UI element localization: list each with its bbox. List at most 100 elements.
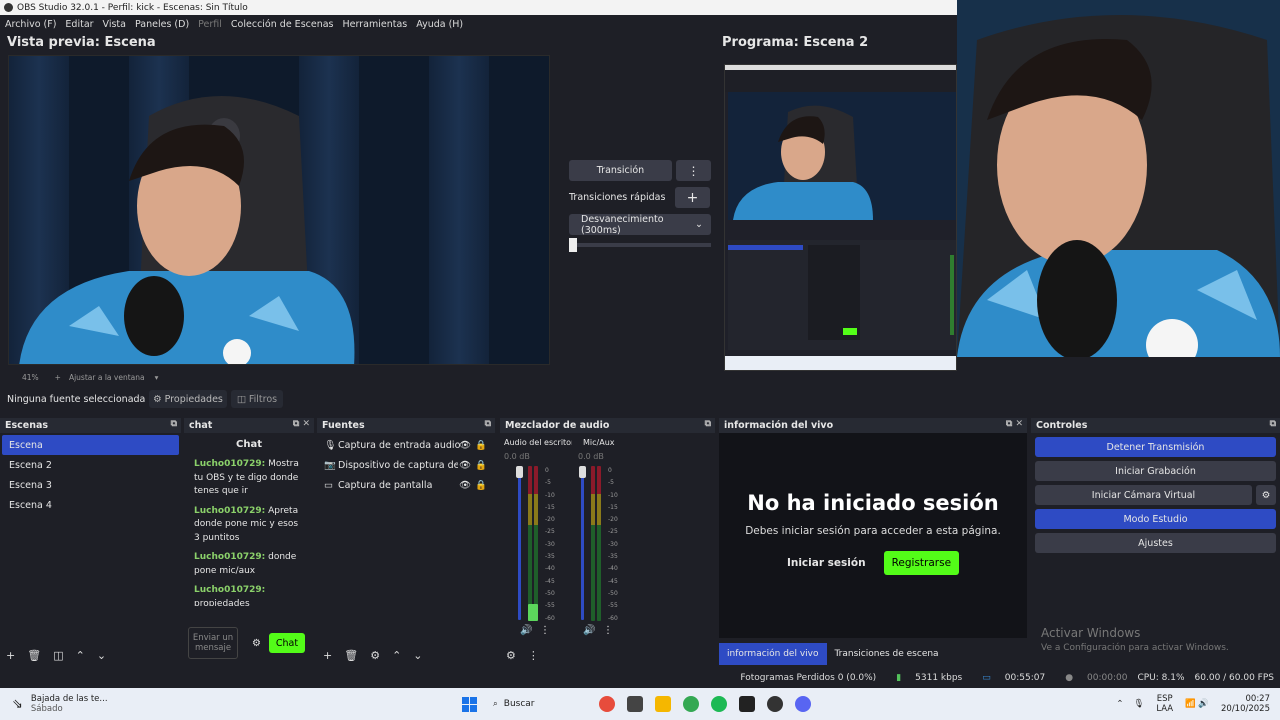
chat-input[interactable]: Enviar un mensaje: [188, 627, 238, 659]
tab-live-info[interactable]: información del vivo: [719, 643, 827, 665]
nested-scene-highlight: [728, 245, 803, 250]
dock-float-icon[interactable]: ⧉: [171, 419, 177, 429]
start-virtual-cam-button[interactable]: Iniciar Cámara Virtual: [1035, 485, 1252, 505]
menu-archivo[interactable]: Archivo (F): [5, 19, 56, 30]
menu-vista[interactable]: Vista: [103, 19, 126, 30]
chrome-icon[interactable]: [683, 696, 699, 712]
more-options-icon[interactable]: ⋮: [603, 625, 613, 636]
add-transition-button[interactable]: +: [675, 187, 710, 208]
mute-speaker-icon[interactable]: 🔊: [583, 625, 595, 636]
discord-icon[interactable]: [795, 696, 811, 712]
arrow-down-icon[interactable]: ⌄: [413, 649, 422, 662]
eye-icon[interactable]: 👁: [459, 480, 471, 491]
gear-icon[interactable]: ⚙: [252, 638, 261, 649]
dock-float-close-icon[interactable]: ⧉ ✕: [293, 419, 310, 429]
studio-mode-button[interactable]: Modo Estudio: [1035, 509, 1276, 529]
arrow-down-icon[interactable]: ⌄: [97, 649, 106, 662]
transition-select[interactable]: Desvanecimiento (300ms) ⌄: [569, 214, 711, 236]
settings-button[interactable]: Ajustes: [1035, 533, 1276, 553]
level-meter-right: [597, 466, 601, 621]
fit-label[interactable]: Ajustar a la ventana: [69, 373, 145, 382]
zoom-value[interactable]: 41%: [22, 373, 39, 382]
arrow-up-icon[interactable]: ⌃: [392, 649, 401, 662]
dock-float-icon[interactable]: ⧉: [705, 419, 711, 429]
login-link[interactable]: Iniciar sesión: [787, 557, 866, 569]
menu-paneles[interactable]: Paneles (D): [135, 19, 189, 30]
filter-icon[interactable]: ◫: [53, 649, 63, 662]
weather-widget[interactable]: ⇘ Bajada de las te... Sábado: [12, 694, 212, 714]
scene-item[interactable]: Escena 4: [2, 495, 179, 515]
spotify-icon[interactable]: [711, 696, 727, 712]
lock-icon[interactable]: 🔒: [475, 460, 487, 471]
more-options-icon[interactable]: ⋮: [540, 625, 550, 636]
source-item[interactable]: 📷 Dispositivo de captura de vide 👁 🔒: [317, 455, 495, 475]
gear-icon[interactable]: ⚙: [370, 649, 380, 662]
obs-icon[interactable]: [767, 696, 783, 712]
tab-scene-transitions[interactable]: Transiciones de escena: [827, 643, 947, 665]
login-heading: No ha iniciado sesión: [747, 491, 999, 515]
volume-slider-handle[interactable]: [579, 466, 586, 478]
dock-float-close-icon[interactable]: ⧉ ✕: [1006, 419, 1023, 429]
lock-icon[interactable]: 🔒: [475, 480, 487, 491]
add-icon[interactable]: +: [6, 649, 15, 662]
menu-perfil[interactable]: Perfil: [198, 19, 222, 30]
eye-icon[interactable]: 👁: [459, 460, 471, 471]
filters-button[interactable]: ◫ Filtros: [231, 390, 283, 408]
microphone-icon[interactable]: 🎙: [1134, 699, 1145, 709]
menu-editar[interactable]: Editar: [65, 19, 93, 30]
nested-docks: [728, 240, 956, 350]
more-options-icon[interactable]: ⋮: [676, 160, 711, 181]
properties-button[interactable]: ⚙ Propiedades: [149, 390, 227, 408]
arrow-up-icon[interactable]: ⌃: [76, 649, 85, 662]
advanced-audio-icon[interactable]: ⚙: [506, 649, 516, 662]
add-icon[interactable]: +: [323, 649, 332, 662]
chat-input-row: Enviar un mensaje ⚙ Chat: [188, 626, 310, 660]
register-button[interactable]: Registrarse: [883, 551, 960, 575]
fit-plus-icon[interactable]: +: [55, 373, 61, 382]
trash-icon[interactable]: 🗑: [344, 649, 358, 662]
stop-stream-button[interactable]: Detener Transmisión: [1035, 437, 1276, 457]
gear-icon[interactable]: ⚙: [1256, 485, 1276, 505]
taskview-icon[interactable]: [627, 696, 643, 712]
transition-button[interactable]: Transición: [569, 160, 672, 181]
windows-taskbar: ⇘ Bajada de las te... Sábado ⌕ Buscar ⌃ …: [0, 688, 1280, 720]
language-indicator[interactable]: ESP LAA: [1156, 694, 1173, 714]
lock-icon[interactable]: 🔒: [475, 440, 487, 451]
menu-herramientas[interactable]: Herramientas: [343, 19, 408, 30]
fruit-app-icon[interactable]: [599, 696, 615, 712]
channel-db: 0.0 dB: [504, 452, 530, 461]
source-item[interactable]: 🎙 Captura de entrada audio 👁 🔒: [317, 435, 495, 455]
trash-icon[interactable]: 🗑: [27, 649, 41, 662]
volume-slider-handle[interactable]: [516, 466, 523, 478]
scene-item[interactable]: Escena 2: [2, 455, 179, 475]
mute-speaker-icon[interactable]: 🔊: [520, 625, 532, 636]
live-info-header: información del vivo ⧉ ✕: [719, 418, 1027, 433]
clock-time: 00:27: [1245, 694, 1271, 704]
file-explorer-icon[interactable]: [655, 696, 671, 712]
transition-slider[interactable]: [569, 238, 711, 252]
taskbar-search[interactable]: ⌕ Buscar: [493, 699, 593, 709]
chevron-down-icon[interactable]: ▾: [155, 373, 159, 382]
menu-ayuda[interactable]: Ayuda (H): [416, 19, 463, 30]
wifi-volume-icons[interactable]: 📶 🔊: [1185, 699, 1209, 709]
windows-start-icon[interactable]: [462, 696, 477, 712]
source-item[interactable]: ▭ Captura de pantalla 👁 🔒: [317, 475, 495, 495]
app-icon[interactable]: [739, 696, 755, 712]
volume-slider-track[interactable]: [581, 472, 584, 620]
eye-icon[interactable]: 👁: [459, 440, 471, 451]
chat-send-button[interactable]: Chat: [268, 633, 305, 653]
scene-item[interactable]: Escena: [2, 435, 179, 455]
start-recording-button[interactable]: Iniciar Grabación: [1035, 461, 1276, 481]
chevron-up-icon[interactable]: ⌃: [1116, 699, 1123, 709]
db-scale: 0 -5 -10 -15 -20 -25 -30 -35 -40 -45 -50 -55 -60: [545, 465, 555, 625]
dock-float-icon[interactable]: ⧉: [1270, 419, 1276, 429]
live-info-panel: No ha iniciado sesión Debes iniciar sesi…: [719, 433, 1027, 638]
volume-slider-track[interactable]: [518, 472, 521, 620]
clock[interactable]: 00:27 20/10/2025: [1221, 694, 1270, 714]
slider-handle[interactable]: [569, 238, 577, 252]
preview-canvas[interactable]: [8, 55, 550, 365]
more-options-icon[interactable]: ⋮: [528, 649, 539, 662]
dock-float-icon[interactable]: ⧉: [485, 419, 491, 429]
menu-coleccion[interactable]: Colección de Escenas: [231, 19, 334, 30]
scene-item[interactable]: Escena 3: [2, 475, 179, 495]
